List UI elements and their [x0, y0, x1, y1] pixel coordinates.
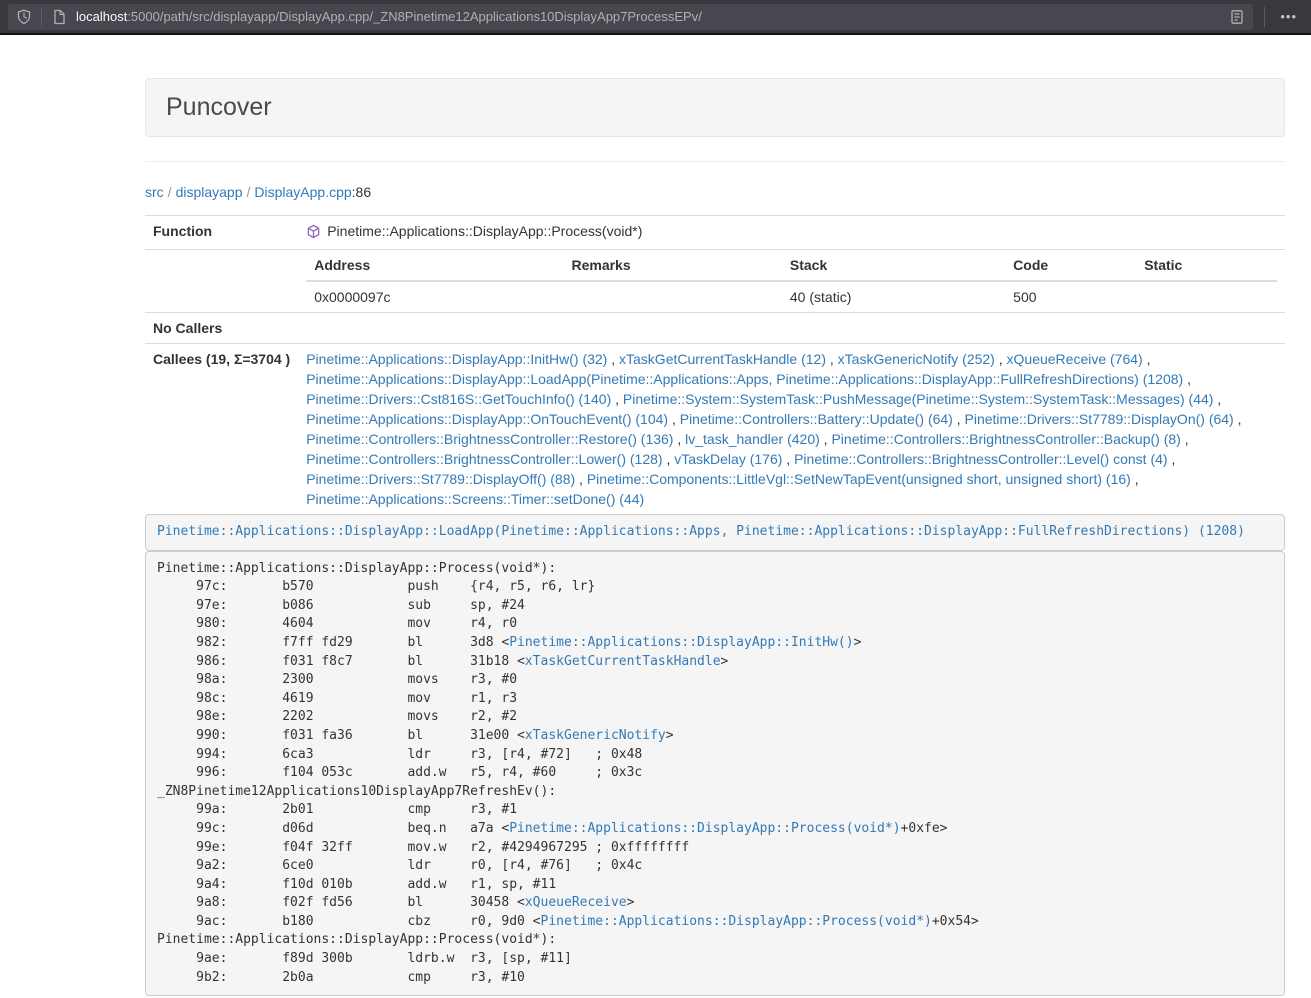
package-icon [306, 224, 321, 244]
table-row: No Callers [145, 313, 1285, 344]
asm-symbol-link[interactable]: xTaskGenericNotify [525, 728, 666, 743]
static-value [1136, 281, 1277, 312]
col-address: Address [306, 250, 563, 281]
asm-symbol-link[interactable]: Pinetime::Applications::DisplayApp::Proc… [509, 821, 900, 836]
empty-cell [145, 250, 298, 313]
callee-link[interactable]: Pinetime::Drivers::St7789::DisplayOn() (… [965, 411, 1234, 427]
callee-link[interactable]: Pinetime::Controllers::BrightnessControl… [794, 451, 1167, 467]
code-value: 500 [1005, 281, 1136, 312]
function-table: Function Pinetime::Applications::Display… [145, 215, 1285, 514]
callee-separator: , [782, 451, 794, 467]
details-table: Address Remarks Stack Code Static 0x0000… [306, 250, 1277, 312]
callee-link[interactable]: Pinetime::Controllers::BrightnessControl… [831, 431, 1180, 447]
callee-link[interactable]: Pinetime::Applications::DisplayApp::Load… [306, 371, 1183, 387]
callee-link[interactable]: Pinetime::Components::LittleVgl::SetNewT… [587, 471, 1131, 487]
callee-separator: , [820, 431, 832, 447]
stack-value: 40 (static) [782, 281, 1005, 312]
table-row: Callees (19, Σ=3704 ) Pinetime::Applicat… [145, 344, 1285, 515]
callee-link[interactable]: Pinetime::Controllers::BrightnessControl… [306, 431, 673, 447]
callee-link[interactable]: Pinetime::System::SystemTask::PushMessag… [623, 391, 1214, 407]
callee-separator: , [1143, 351, 1151, 367]
col-static: Static [1136, 250, 1277, 281]
url-text[interactable]: localhost:5000/path/src/displayapp/Displ… [76, 9, 1229, 24]
table-row: Function Pinetime::Applications::Display… [145, 216, 1285, 250]
details-cell: Address Remarks Stack Code Static 0x0000… [298, 250, 1285, 313]
function-name: Pinetime::Applications::DisplayApp::Proc… [327, 223, 642, 239]
col-remarks: Remarks [563, 250, 781, 281]
disassembly: Pinetime::Applications::DisplayApp::Proc… [145, 551, 1285, 997]
table-row: Address Remarks Stack Code Static 0x0000… [145, 250, 1285, 313]
browser-toolbar: localhost:5000/path/src/displayapp/Displ… [0, 0, 1311, 35]
callee-separator: , [1181, 431, 1189, 447]
callee-link[interactable]: vTaskDelay (176) [674, 451, 782, 467]
callees-label: Callees (19, Σ=3704 ) [145, 344, 298, 515]
callee-link[interactable]: Pinetime::Applications::Screens::Timer::… [306, 491, 644, 507]
menu-icon[interactable]: ••• [1276, 10, 1301, 23]
callee-separator: , [953, 411, 965, 427]
shield-icon[interactable] [16, 9, 32, 25]
callee-separator: , [1168, 451, 1176, 467]
breadcrumb: src/displayapp/DisplayApp.cpp:86 [145, 182, 1285, 202]
url-path: :5000/path/src/displayapp/DisplayApp.cpp… [127, 9, 702, 24]
breadcrumb-link[interactable]: displayapp [176, 184, 243, 200]
callee-link[interactable]: Pinetime::Drivers::Cst816S::GetTouchInfo… [306, 391, 611, 407]
callee-separator: , [1234, 411, 1242, 427]
reader-mode-icon[interactable] [1229, 9, 1245, 25]
callee-separator: , [826, 351, 838, 367]
callee-link[interactable]: Pinetime::Applications::DisplayApp::OnTo… [306, 411, 668, 427]
loadapp-link[interactable]: Pinetime::Applications::DisplayApp::Load… [157, 524, 1245, 539]
url-bar-divider [41, 8, 42, 26]
callee-separator: , [668, 411, 680, 427]
address-value: 0x0000097c [306, 281, 563, 312]
callee-link[interactable]: Pinetime::Controllers::BrightnessControl… [306, 451, 662, 467]
callee-separator: , [611, 391, 623, 407]
callee-link[interactable]: xTaskGenericNotify (252) [838, 351, 995, 367]
breadcrumb-link[interactable]: src [145, 184, 164, 200]
breadcrumb-separator: / [164, 184, 176, 200]
col-code: Code [1005, 250, 1136, 281]
callee-separator: , [663, 451, 675, 467]
remarks-value [563, 281, 781, 312]
asm-symbol-link[interactable]: Pinetime::Applications::DisplayApp::Proc… [541, 914, 932, 929]
callee-separator: , [1183, 371, 1191, 387]
callers-cell [298, 313, 1285, 344]
col-stack: Stack [782, 250, 1005, 281]
callee-link[interactable]: Pinetime::Applications::DisplayApp::Init… [306, 351, 607, 367]
asm-symbol-link[interactable]: Pinetime::Applications::DisplayApp::Init… [509, 635, 853, 650]
table-row: 0x0000097c 40 (static) 500 [306, 281, 1277, 312]
callee-separator: , [1131, 471, 1139, 487]
function-name-cell: Pinetime::Applications::DisplayApp::Proc… [298, 216, 1285, 250]
url-host: localhost [76, 9, 127, 24]
callee-separator: , [607, 351, 619, 367]
asm-symbol-link[interactable]: xQueueReceive [525, 895, 627, 910]
callee-link[interactable]: Pinetime::Controllers::Battery::Update()… [680, 411, 953, 427]
app-header: Puncover [145, 78, 1285, 137]
divider [145, 161, 1285, 162]
highlighted-symbol-box: Pinetime::Applications::DisplayApp::Load… [145, 514, 1285, 551]
callee-separator: , [995, 351, 1007, 367]
page-icon[interactable] [51, 9, 67, 25]
url-bar[interactable]: localhost:5000/path/src/displayapp/Displ… [8, 4, 1253, 30]
breadcrumb-separator: / [243, 184, 255, 200]
callee-separator: , [575, 471, 587, 487]
asm-symbol-link[interactable]: xTaskGetCurrentTaskHandle [525, 654, 721, 669]
callee-link[interactable]: xTaskGetCurrentTaskHandle (12) [619, 351, 826, 367]
callee-link[interactable]: xQueueReceive (764) [1007, 351, 1143, 367]
callees-list: Pinetime::Applications::DisplayApp::Init… [298, 344, 1285, 515]
breadcrumb-link[interactable]: DisplayApp.cpp [254, 184, 351, 200]
breadcrumb-line-number: :86 [352, 184, 371, 200]
page-title: Puncover [166, 93, 1264, 122]
no-callers-label: No Callers [145, 313, 298, 344]
callee-link[interactable]: Pinetime::Drivers::St7789::DisplayOff() … [306, 471, 575, 487]
callee-separator: , [673, 431, 685, 447]
toolbar-divider [1264, 7, 1265, 27]
callee-separator: , [1213, 391, 1221, 407]
function-label: Function [145, 216, 298, 250]
page-container: Puncover src/displayapp/DisplayApp.cpp:8… [145, 78, 1285, 996]
callee-link[interactable]: lv_task_handler (420) [685, 431, 820, 447]
